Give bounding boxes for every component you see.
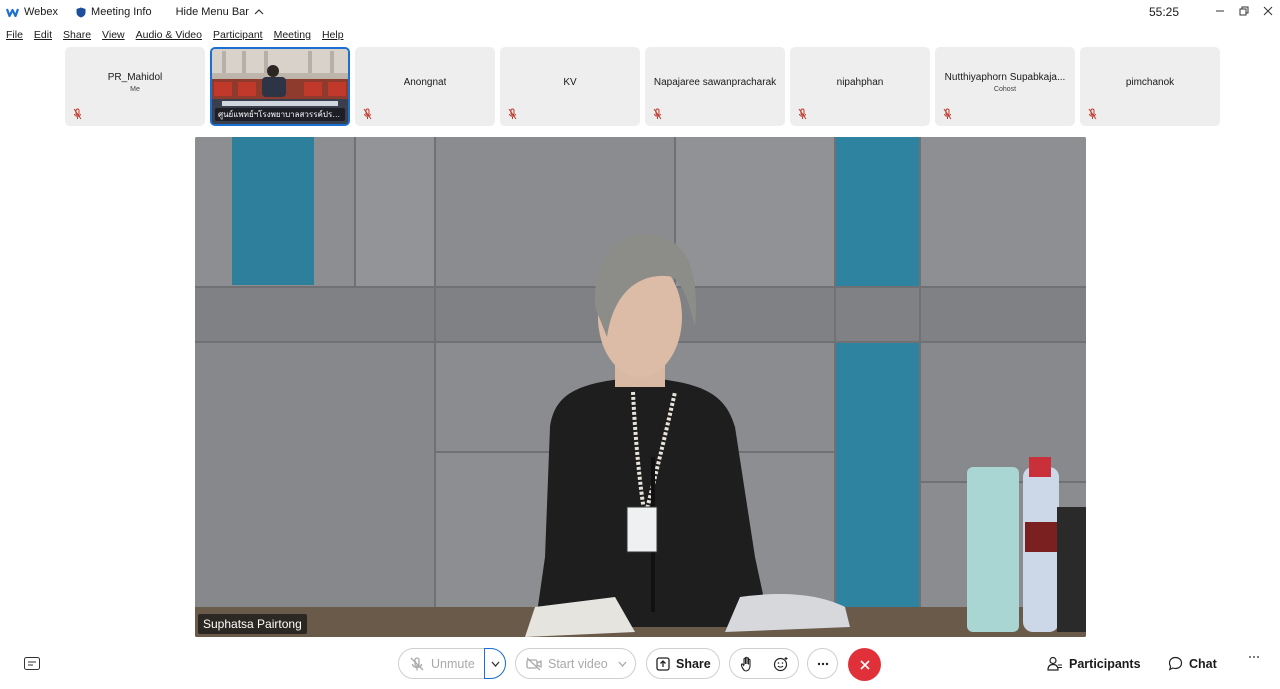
participant-tile[interactable]: KV bbox=[500, 47, 640, 126]
menu-meeting[interactable]: Meeting bbox=[274, 29, 311, 41]
share-label: Share bbox=[676, 656, 711, 671]
mic-off-icon bbox=[363, 108, 372, 120]
share-icon bbox=[656, 656, 670, 671]
participant-tile[interactable]: nipahphan bbox=[790, 47, 930, 126]
more-panels-icon[interactable] bbox=[1248, 655, 1260, 659]
chat-label: Chat bbox=[1189, 656, 1217, 671]
meeting-info-label: Meeting Info bbox=[91, 6, 152, 18]
menu-audio-video[interactable]: Audio & Video bbox=[136, 29, 202, 41]
participants-label: Participants bbox=[1069, 656, 1141, 671]
shield-icon bbox=[76, 7, 86, 17]
meeting-controls: Unmute Start video Share Participants Ch… bbox=[0, 643, 1280, 687]
webex-logo-icon bbox=[6, 8, 19, 17]
closed-captions-icon[interactable] bbox=[24, 657, 40, 670]
more-options-button[interactable] bbox=[807, 648, 838, 679]
participant-tile[interactable]: Anongnat bbox=[355, 47, 495, 126]
participant-strip: PR_Mahidol Me ศูนย์แพทย์ฯโรงพยาบาลสวรรค์… bbox=[65, 47, 1220, 126]
meeting-info-button[interactable]: Meeting Info bbox=[76, 6, 152, 18]
mic-off-icon bbox=[508, 108, 517, 120]
participant-name: PR_Mahidol bbox=[107, 72, 163, 83]
participant-video-tile[interactable]: ศูนย์แพทย์ฯโรงพยาบาลสวรรค์ประ... bbox=[210, 47, 350, 126]
chevron-down-icon[interactable] bbox=[618, 661, 627, 667]
share-button[interactable]: Share bbox=[646, 648, 720, 679]
raise-hand-icon bbox=[740, 656, 751, 672]
app-title: Webex bbox=[6, 6, 58, 18]
hide-menu-bar-button[interactable]: Hide Menu Bar bbox=[176, 6, 264, 18]
participant-tile[interactable]: Nutthiyaphorn Supabkaja... Cohost bbox=[935, 47, 1075, 126]
active-speaker-video[interactable]: Suphatsa Pairtong bbox=[195, 137, 1086, 637]
participant-role: Me bbox=[130, 86, 140, 93]
participant-name: Napajaree sawanpracharak bbox=[653, 77, 777, 88]
chat-panel-button[interactable]: Chat bbox=[1168, 656, 1217, 671]
chat-icon bbox=[1168, 656, 1183, 671]
restore-icon bbox=[1239, 6, 1249, 16]
participant-name: Nutthiyaphorn Supabkaja... bbox=[944, 72, 1066, 83]
menu-bar: File Edit Share View Audio & Video Parti… bbox=[0, 26, 349, 44]
reactions-icon bbox=[773, 656, 788, 671]
start-video-button[interactable]: Start video bbox=[515, 648, 636, 679]
raise-hand-button[interactable] bbox=[730, 656, 764, 672]
close-window-button[interactable] bbox=[1258, 2, 1278, 20]
chevron-up-icon bbox=[254, 9, 264, 15]
menu-file[interactable]: File bbox=[6, 29, 23, 41]
mic-off-icon bbox=[73, 108, 82, 120]
mic-off-icon bbox=[943, 108, 952, 120]
mic-off-icon bbox=[1088, 108, 1097, 120]
mic-off-icon bbox=[653, 108, 662, 120]
mic-off-icon bbox=[798, 108, 807, 120]
participants-icon bbox=[1047, 656, 1062, 671]
minimize-button[interactable] bbox=[1210, 2, 1230, 20]
participant-name: nipahphan bbox=[836, 77, 884, 88]
menu-participant[interactable]: Participant bbox=[213, 29, 263, 41]
participant-name: Anongnat bbox=[403, 77, 447, 88]
camera-off-icon bbox=[526, 657, 542, 670]
end-call-icon bbox=[859, 659, 870, 670]
participant-tile[interactable]: PR_Mahidol Me bbox=[65, 47, 205, 126]
end-call-button[interactable] bbox=[848, 648, 881, 681]
start-video-label: Start video bbox=[548, 656, 608, 671]
active-speaker-name: Suphatsa Pairtong bbox=[198, 614, 307, 634]
menu-help[interactable]: Help bbox=[322, 29, 344, 41]
restore-button[interactable] bbox=[1234, 2, 1254, 20]
hide-menu-bar-label: Hide Menu Bar bbox=[175, 6, 249, 18]
meeting-timer: 55:25 bbox=[1149, 5, 1180, 19]
hand-reactions-group bbox=[729, 648, 799, 679]
participant-role: Cohost bbox=[993, 86, 1017, 93]
participant-name: pimchanok bbox=[1125, 77, 1175, 88]
audio-options-dropdown[interactable] bbox=[484, 648, 506, 679]
participant-tile[interactable]: Napajaree sawanpracharak bbox=[645, 47, 785, 126]
speaker-video-frame bbox=[195, 137, 1086, 637]
close-icon bbox=[1263, 6, 1273, 16]
chevron-down-icon bbox=[491, 661, 499, 667]
menu-view[interactable]: View bbox=[102, 29, 125, 41]
reactions-button[interactable] bbox=[764, 656, 798, 672]
participant-tile[interactable]: pimchanok bbox=[1080, 47, 1220, 126]
menu-edit[interactable]: Edit bbox=[34, 29, 52, 41]
participant-video-caption: ศูนย์แพทย์ฯโรงพยาบาลสวรรค์ประ... bbox=[215, 108, 345, 121]
more-icon bbox=[817, 662, 828, 665]
title-bar: Webex Meeting Info Hide Menu Bar 55:25 bbox=[0, 0, 1280, 24]
participant-name: KV bbox=[563, 77, 577, 88]
menu-share[interactable]: Share bbox=[63, 29, 91, 41]
participants-panel-button[interactable]: Participants bbox=[1047, 656, 1141, 671]
minimize-icon bbox=[1216, 10, 1224, 12]
app-name: Webex bbox=[24, 6, 59, 18]
unmute-label: Unmute bbox=[431, 656, 475, 671]
mic-off-icon bbox=[410, 656, 424, 670]
